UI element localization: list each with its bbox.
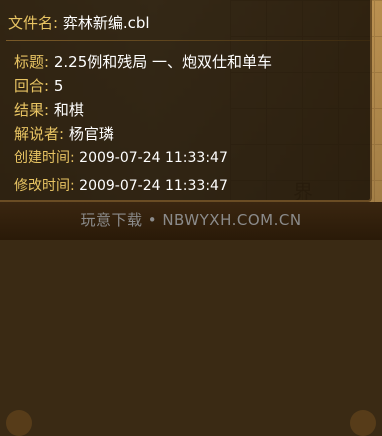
filename-row: 文件名: 弈林新编.cbl bbox=[8, 12, 150, 33]
chess-piece-icon bbox=[6, 410, 32, 436]
commentator-row: 解说者: 杨官璘 bbox=[14, 124, 114, 144]
watermark: 玩意下载 • NBWYXH.COM.CN bbox=[80, 211, 302, 229]
chess-piece-icon bbox=[350, 410, 376, 436]
moves-value: 5 bbox=[53, 77, 64, 95]
title-row: 标题: 2.25例和残局 一、炮双仕和单车 bbox=[14, 52, 272, 72]
created-time-label: 创建时间: bbox=[14, 150, 75, 166]
modified-time-row: 修改时间: 2009-07-24 11:33:47 bbox=[14, 176, 228, 196]
panel-divider bbox=[6, 40, 370, 41]
result-label: 结果: bbox=[14, 101, 50, 119]
game-info-panel: 文件名: 弈林新编.cbl 标题: 2.25例和残局 一、炮双仕和单车 回合: … bbox=[0, 0, 372, 202]
modified-time-value: 2009-07-24 11:33:47 bbox=[79, 178, 228, 194]
moves-row: 回合: 5 bbox=[14, 76, 63, 96]
modified-time-label: 修改时间: bbox=[14, 178, 75, 194]
filename-value: 弈林新编.cbl bbox=[62, 14, 150, 32]
commentator-label: 解说者: bbox=[14, 125, 65, 143]
created-time-row: 创建时间: 2009-07-24 11:33:47 bbox=[14, 148, 228, 168]
commentator-value: 杨官璘 bbox=[68, 125, 114, 143]
moves-label: 回合: bbox=[14, 77, 50, 95]
created-time-value: 2009-07-24 11:33:47 bbox=[79, 150, 228, 166]
filename-label: 文件名: bbox=[8, 14, 59, 32]
result-row: 结果: 和棋 bbox=[14, 100, 84, 120]
result-value: 和棋 bbox=[53, 101, 84, 119]
title-value: 2.25例和残局 一、炮双仕和单车 bbox=[53, 53, 273, 71]
title-label: 标题: bbox=[14, 53, 50, 71]
